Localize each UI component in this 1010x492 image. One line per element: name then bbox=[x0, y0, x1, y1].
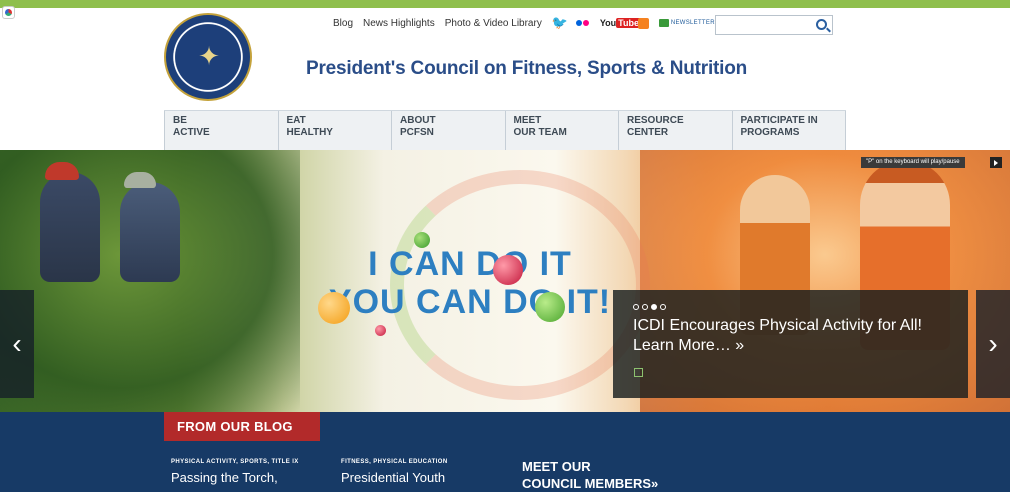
nav-be-active[interactable]: BE ACTIVE bbox=[164, 111, 278, 150]
nav-resource-center[interactable]: RESOURCE CENTER bbox=[618, 111, 732, 150]
share-icon[interactable] bbox=[634, 368, 643, 377]
newsletter-label: NEWSLETTER bbox=[670, 20, 715, 26]
flickr-icon[interactable] bbox=[575, 17, 590, 29]
photo-video-library-link[interactable]: Photo & Video Library bbox=[445, 18, 542, 29]
slide-dot-active[interactable] bbox=[651, 304, 657, 310]
slide-dot[interactable] bbox=[660, 304, 666, 310]
blog-section: FROM OUR BLOG PHYSICAL ACTIVITY, SPORTS,… bbox=[0, 412, 1010, 492]
main-nav: BE ACTIVE EAT HEALTHY ABOUT PCFSN MEET O… bbox=[164, 110, 846, 150]
helmet-shape bbox=[124, 172, 156, 188]
presidential-seal-logo[interactable]: ✦ bbox=[164, 13, 252, 101]
eagle-icon: ✦ bbox=[198, 41, 220, 71]
top-accent-bar bbox=[0, 0, 1010, 8]
post-title[interactable]: Passing the Torch, bbox=[171, 470, 299, 485]
news-highlights-link[interactable]: News Highlights bbox=[363, 18, 435, 29]
site-title[interactable]: President's Council on Fitness, Sports &… bbox=[306, 58, 747, 80]
from-our-blog-tab[interactable]: FROM OUR BLOG bbox=[164, 412, 320, 441]
post-category: PHYSICAL ACTIVITY, SPORTS, TITLE IX bbox=[171, 459, 299, 465]
search-input[interactable] bbox=[716, 17, 812, 36]
slide-indicator bbox=[633, 304, 666, 310]
browser-extension-icon[interactable] bbox=[2, 6, 15, 19]
search-box bbox=[715, 15, 833, 36]
nav-participate-programs[interactable]: PARTICIPATE IN PROGRAMS bbox=[731, 111, 846, 150]
blog-post[interactable]: PHYSICAL ACTIVITY, SPORTS, TITLE IX Pass… bbox=[171, 459, 299, 485]
newsletter-link[interactable]: NEWSLETTER bbox=[658, 19, 715, 27]
nav-eat-healthy[interactable]: EAT HEALTHY bbox=[277, 111, 392, 150]
keyboard-hint: "P" on the keyboard will play/pause bbox=[861, 157, 965, 168]
twitter-icon[interactable]: 🐦 bbox=[552, 16, 568, 29]
previous-slide-button[interactable]: ‹ bbox=[0, 290, 34, 398]
ball-graphic bbox=[414, 232, 430, 248]
slide-dot[interactable] bbox=[633, 304, 639, 310]
youtube-you: You bbox=[599, 18, 617, 28]
nav-meet-our-team[interactable]: MEET OUR TEAM bbox=[504, 111, 619, 150]
ball-graphic bbox=[535, 292, 565, 322]
nav-about-pcfsn[interactable]: ABOUT PCFSN bbox=[391, 111, 505, 150]
youtube-icon[interactable]: You Tube bbox=[599, 17, 642, 29]
hero-slideshow[interactable]: I CAN DO IT YOU CAN DO IT! "P" on the ke… bbox=[0, 150, 1010, 412]
blog-post[interactable]: FITNESS, PHYSICAL EDUCATION Presidential… bbox=[341, 459, 448, 485]
rss-icon[interactable] bbox=[637, 17, 649, 29]
next-slide-button[interactable]: › bbox=[976, 290, 1010, 398]
helmet-shape bbox=[45, 162, 79, 180]
slide-caption-link[interactable]: ICDI Encourages Physical Activity for Al… bbox=[633, 316, 953, 356]
ball-graphic bbox=[375, 325, 386, 336]
post-category: FITNESS, PHYSICAL EDUCATION bbox=[341, 459, 448, 465]
headline-line-1: I CAN DO IT bbox=[368, 245, 572, 283]
ball-graphic bbox=[318, 292, 350, 324]
cyclist-figure bbox=[40, 172, 100, 282]
mail-icon bbox=[658, 19, 669, 27]
post-title[interactable]: Presidential Youth bbox=[341, 470, 448, 485]
utility-nav: Blog News Highlights Photo & Video Libra… bbox=[333, 15, 715, 31]
ball-graphic bbox=[493, 255, 523, 285]
blog-link[interactable]: Blog bbox=[333, 18, 353, 29]
search-icon[interactable] bbox=[816, 19, 827, 30]
play-pause-icon[interactable] bbox=[990, 157, 1002, 168]
meet-council-members-link[interactable]: MEET OUR COUNCIL MEMBERS» bbox=[522, 458, 658, 492]
slide-caption-panel: ICDI Encourages Physical Activity for Al… bbox=[613, 290, 968, 398]
slide-dot[interactable] bbox=[642, 304, 648, 310]
cyclist-figure bbox=[120, 182, 180, 282]
